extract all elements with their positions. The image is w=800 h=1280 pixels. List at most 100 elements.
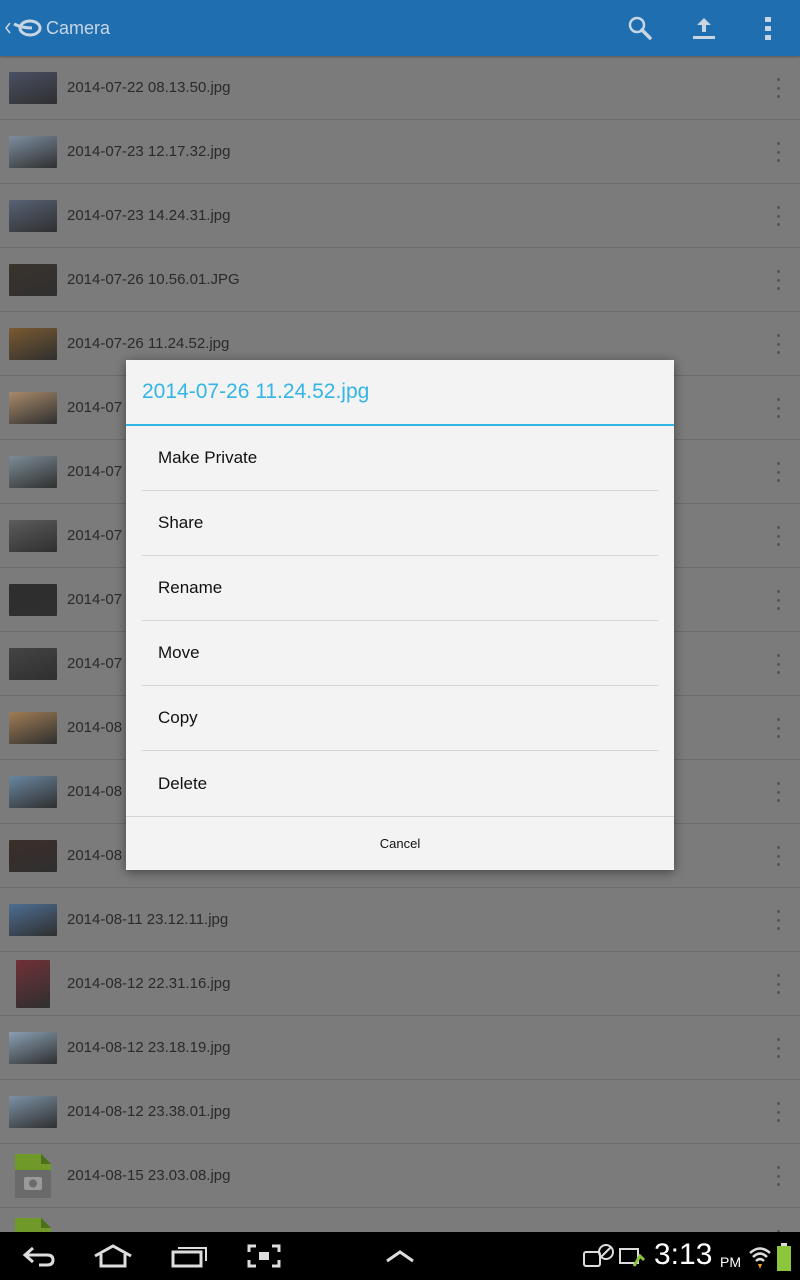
file-name: 2014-07	[67, 655, 123, 672]
file-name: 2014-07-22 08.13.50.jpg	[67, 79, 231, 96]
file-thumbnail	[9, 455, 57, 488]
file-row[interactable]: 2014-07-26 10.56.01.JPG	[0, 248, 800, 312]
more-options-icon[interactable]	[776, 398, 780, 418]
file-thumbnail	[9, 1095, 57, 1128]
more-options-icon[interactable]	[776, 654, 780, 674]
back-icon	[22, 1246, 55, 1267]
file-thumbnail	[9, 327, 57, 360]
more-options-icon[interactable]	[776, 590, 780, 610]
recent-apps-icon	[171, 1247, 207, 1268]
wifi-icon	[749, 1247, 771, 1269]
back-button[interactable]	[16, 1232, 62, 1280]
search-icon	[628, 16, 652, 40]
file-name: 2014-07-26 11.24.52.jpg	[67, 335, 230, 352]
file-thumbnail	[9, 263, 57, 296]
file-name: 2014-08-11 23.12.11.jpg	[67, 911, 229, 928]
file-name: 2014-08	[67, 783, 123, 800]
file-name: 2014-07-26 10.56.01.JPG	[67, 271, 240, 288]
more-options-icon[interactable]	[776, 1038, 780, 1058]
more-options-icon[interactable]	[776, 718, 780, 738]
more-options-icon[interactable]	[776, 910, 780, 930]
page-title: Camera	[46, 17, 111, 38]
file-thumbnail	[9, 711, 57, 744]
file-thumbnail	[9, 135, 57, 168]
make-private-option[interactable]: Make Private	[142, 426, 658, 491]
search-button[interactable]	[608, 0, 672, 56]
move-option[interactable]: Move	[142, 621, 658, 686]
upload-button[interactable]	[672, 0, 736, 56]
upload-icon	[693, 18, 715, 39]
file-name: 2014-07-23 14.24.31.jpg	[67, 207, 231, 224]
more-options-icon[interactable]	[776, 1102, 780, 1122]
more-options-icon[interactable]	[776, 78, 780, 98]
file-thumbnail	[9, 903, 57, 936]
expand-up-icon	[386, 1250, 414, 1263]
sync-icon	[583, 1244, 614, 1267]
image-file-icon	[15, 1153, 51, 1198]
file-row[interactable]: 2014-07-22 08.13.50.jpg	[0, 56, 800, 120]
file-thumbnail	[9, 71, 57, 104]
file-thumbnail	[9, 839, 57, 872]
file-name: 2014-07-23 12.17.32.jpg	[67, 143, 231, 160]
file-row[interactable]: 2014-08-11 23.12.11.jpg	[0, 888, 800, 952]
home-button[interactable]	[90, 1232, 136, 1280]
file-thumbnail	[9, 583, 57, 616]
file-thumbnail	[9, 775, 57, 808]
download-icon	[619, 1248, 646, 1267]
file-row[interactable]: 2014-07-23 14.24.31.jpg	[0, 184, 800, 248]
file-name: 2014-08-15 23.03.08.jpg	[67, 1167, 231, 1184]
file-name: 2014-07	[67, 463, 123, 480]
more-options-icon[interactable]	[776, 1166, 780, 1186]
more-options-icon[interactable]	[776, 846, 780, 866]
file-row[interactable]	[0, 1208, 800, 1232]
file-row[interactable]: 2014-08-15 23.03.08.jpg	[0, 1144, 800, 1208]
screenshot-icon	[247, 1244, 281, 1268]
cancel-button[interactable]: Cancel	[126, 816, 674, 870]
file-thumbnail	[9, 647, 57, 680]
overflow-menu-button[interactable]	[736, 0, 800, 56]
more-options-icon[interactable]	[776, 270, 780, 290]
more-options-icon[interactable]	[776, 462, 780, 482]
file-name: 2014-07	[67, 591, 123, 608]
file-thumbnail	[9, 519, 57, 552]
clock-time: 3:13	[654, 1238, 713, 1271]
file-thumbnail	[9, 199, 57, 232]
up-navigation[interactable]: Camera	[0, 0, 110, 56]
delete-option[interactable]: Delete	[142, 751, 658, 816]
file-row[interactable]: 2014-08-12 23.38.01.jpg	[0, 1080, 800, 1144]
more-options-icon[interactable]	[776, 206, 780, 226]
share-option[interactable]: Share	[142, 491, 658, 556]
rename-option[interactable]: Rename	[142, 556, 658, 621]
overflow-menu-icon	[765, 17, 771, 40]
battery-icon	[777, 1243, 791, 1271]
app-logo-icon	[13, 19, 42, 37]
file-name: 2014-08-12 22.31.16.jpg	[67, 975, 231, 992]
file-name: 2014-08	[67, 719, 123, 736]
home-icon	[94, 1244, 132, 1268]
screenshot-button[interactable]	[244, 1232, 284, 1280]
file-name: 2014-08-12 23.38.01.jpg	[67, 1103, 231, 1120]
file-name: 2014-08-12 23.18.19.jpg	[67, 1039, 231, 1056]
file-options-dialog: 2014-07-26 11.24.52.jpg Make Private Sha…	[126, 360, 674, 870]
more-options-icon[interactable]	[776, 974, 780, 994]
file-row[interactable]: 2014-08-12 23.18.19.jpg	[0, 1016, 800, 1080]
more-options-icon[interactable]	[776, 782, 780, 802]
file-name: 2014-08	[67, 847, 123, 864]
clock-ampm: PM	[720, 1254, 741, 1270]
system-bar: 3:13 PM	[0, 1232, 800, 1280]
more-options-icon[interactable]	[776, 142, 780, 162]
image-file-icon	[15, 1217, 51, 1232]
chevron-left-icon	[5, 22, 11, 34]
recent-apps-button[interactable]	[166, 1232, 212, 1280]
more-options-icon[interactable]	[776, 526, 780, 546]
file-thumbnail	[9, 1031, 57, 1064]
more-options-icon[interactable]	[776, 334, 780, 354]
file-name: 2014-07	[67, 399, 123, 416]
file-thumbnail	[9, 391, 57, 424]
action-bar: Camera	[0, 0, 800, 56]
expand-button[interactable]	[382, 1232, 418, 1280]
file-name: 2014-07	[67, 527, 123, 544]
file-row[interactable]: 2014-07-23 12.17.32.jpg	[0, 120, 800, 184]
file-row[interactable]: 2014-08-12 22.31.16.jpg	[0, 952, 800, 1016]
copy-option[interactable]: Copy	[142, 686, 658, 751]
